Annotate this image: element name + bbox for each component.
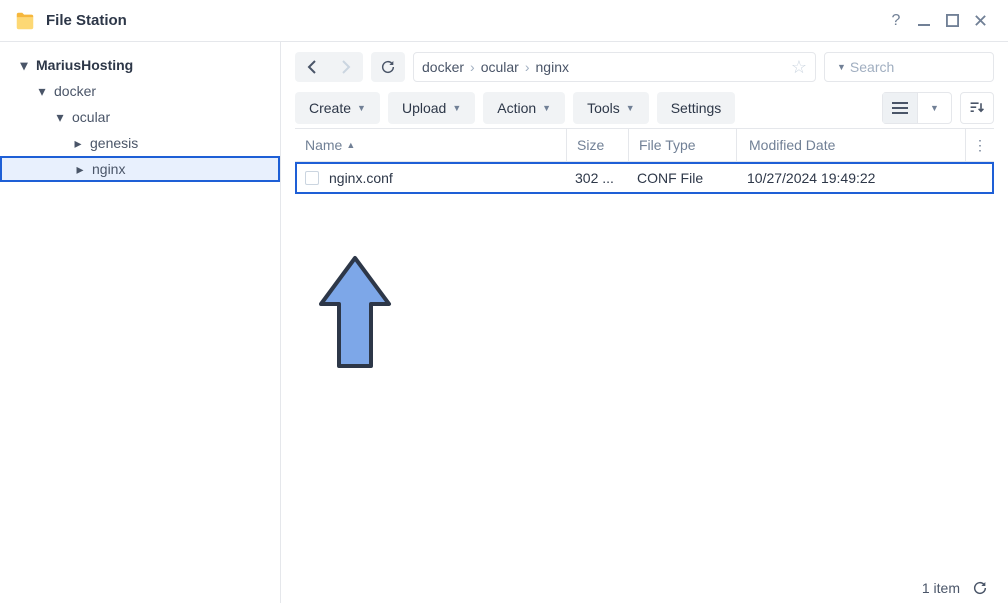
action-button[interactable]: Action ▼ <box>483 92 565 124</box>
crumb-ocular[interactable]: ocular <box>481 59 519 75</box>
file-area <box>295 194 994 573</box>
chevron-right-icon: › <box>470 59 475 75</box>
action-toolbar: Create ▼ Upload ▼ Action ▼ Tools ▼ Setti… <box>295 92 994 124</box>
tree-item-label: ocular <box>72 109 110 125</box>
nav-back-button[interactable] <box>295 52 329 82</box>
app-title: File Station <box>46 12 882 29</box>
titlebar: File Station ? <box>0 0 1008 42</box>
item-count: 1 item <box>922 580 960 596</box>
col-header-date[interactable]: Modified Date <box>737 129 966 161</box>
file-row[interactable]: nginx.conf 302 ... CONF File 10/27/2024 … <box>295 162 994 194</box>
settings-label: Settings <box>671 100 722 116</box>
minimize-button[interactable] <box>910 7 938 35</box>
search-input[interactable] <box>850 59 1008 75</box>
help-button[interactable]: ? <box>882 7 910 35</box>
tree-root-label: MariusHosting <box>36 57 133 73</box>
caret-down-icon: ▼ <box>626 103 635 113</box>
caret-down-icon: ▾ <box>54 109 66 126</box>
table-header: Name ▲ Size File Type Modified Date ⋮ <box>295 128 994 162</box>
tree-root[interactable]: ▾ MariusHosting <box>0 52 280 78</box>
caret-right-icon: ▸ <box>74 161 86 178</box>
caret-down-icon: ▼ <box>930 103 939 113</box>
caret-down-icon: ▾ <box>36 83 48 100</box>
view-mode-toggle: ▼ <box>882 92 952 124</box>
maximize-button[interactable] <box>938 7 966 35</box>
caret-down-icon: ▼ <box>542 103 551 113</box>
file-name: nginx.conf <box>329 170 393 186</box>
nav-forward-button[interactable] <box>329 52 363 82</box>
row-checkbox[interactable] <box>305 171 319 185</box>
tree-item-label: genesis <box>90 135 138 151</box>
chevron-right-icon: › <box>525 59 530 75</box>
caret-down-icon: ▾ <box>18 57 30 74</box>
tree-item-label: nginx <box>92 161 125 177</box>
favorite-star-icon[interactable]: ☆ <box>791 57 807 78</box>
create-label: Create <box>309 100 351 116</box>
caret-down-icon: ▼ <box>357 103 366 113</box>
tree-item-nginx[interactable]: ▸ nginx <box>0 156 280 182</box>
annotation-arrow-icon <box>315 254 395 377</box>
file-date: 10/27/2024 19:49:22 <box>737 170 992 186</box>
tree-item-ocular[interactable]: ▾ ocular <box>0 104 280 130</box>
nav-toolbar: docker › ocular › nginx ☆ ▼ <box>295 52 994 82</box>
sort-asc-icon: ▲ <box>346 140 355 150</box>
search-box[interactable]: ▼ <box>824 52 994 82</box>
view-options-button[interactable]: ▼ <box>917 93 951 123</box>
status-bar: 1 item <box>295 573 994 603</box>
tree-item-label: docker <box>54 83 96 99</box>
file-type: CONF File <box>629 170 737 186</box>
folder-tree: ▾ MariusHosting ▾ docker ▾ ocular ▸ gene… <box>0 42 281 603</box>
column-menu-button[interactable]: ⋮ <box>966 137 994 154</box>
breadcrumb: docker › ocular › nginx ☆ <box>413 52 816 82</box>
file-size: 302 ... <box>567 170 629 186</box>
close-button[interactable] <box>966 7 994 35</box>
settings-button[interactable]: Settings <box>657 92 736 124</box>
caret-right-icon: ▸ <box>72 135 84 152</box>
sort-button[interactable] <box>960 92 994 124</box>
app-folder-icon <box>14 10 36 32</box>
col-header-name[interactable]: Name ▲ <box>295 129 567 161</box>
chevron-down-icon[interactable]: ▼ <box>837 62 846 72</box>
tree-item-genesis[interactable]: ▸ genesis <box>0 130 280 156</box>
col-header-size[interactable]: Size <box>567 129 629 161</box>
tree-item-docker[interactable]: ▾ docker <box>0 78 280 104</box>
refresh-button[interactable] <box>371 52 405 82</box>
action-label: Action <box>497 100 536 116</box>
create-button[interactable]: Create ▼ <box>295 92 380 124</box>
col-name-label: Name <box>305 137 342 153</box>
main-panel: docker › ocular › nginx ☆ ▼ Create ▼ Upl… <box>281 42 1008 603</box>
upload-label: Upload <box>402 100 446 116</box>
upload-button[interactable]: Upload ▼ <box>388 92 475 124</box>
col-header-type[interactable]: File Type <box>629 129 737 161</box>
nav-back-forward <box>295 52 363 82</box>
crumb-nginx[interactable]: nginx <box>536 59 569 75</box>
list-view-button[interactable] <box>883 93 917 123</box>
tools-label: Tools <box>587 100 620 116</box>
tools-button[interactable]: Tools ▼ <box>573 92 649 124</box>
refresh-bottom-button[interactable] <box>972 580 988 596</box>
crumb-docker[interactable]: docker <box>422 59 464 75</box>
caret-down-icon: ▼ <box>452 103 461 113</box>
